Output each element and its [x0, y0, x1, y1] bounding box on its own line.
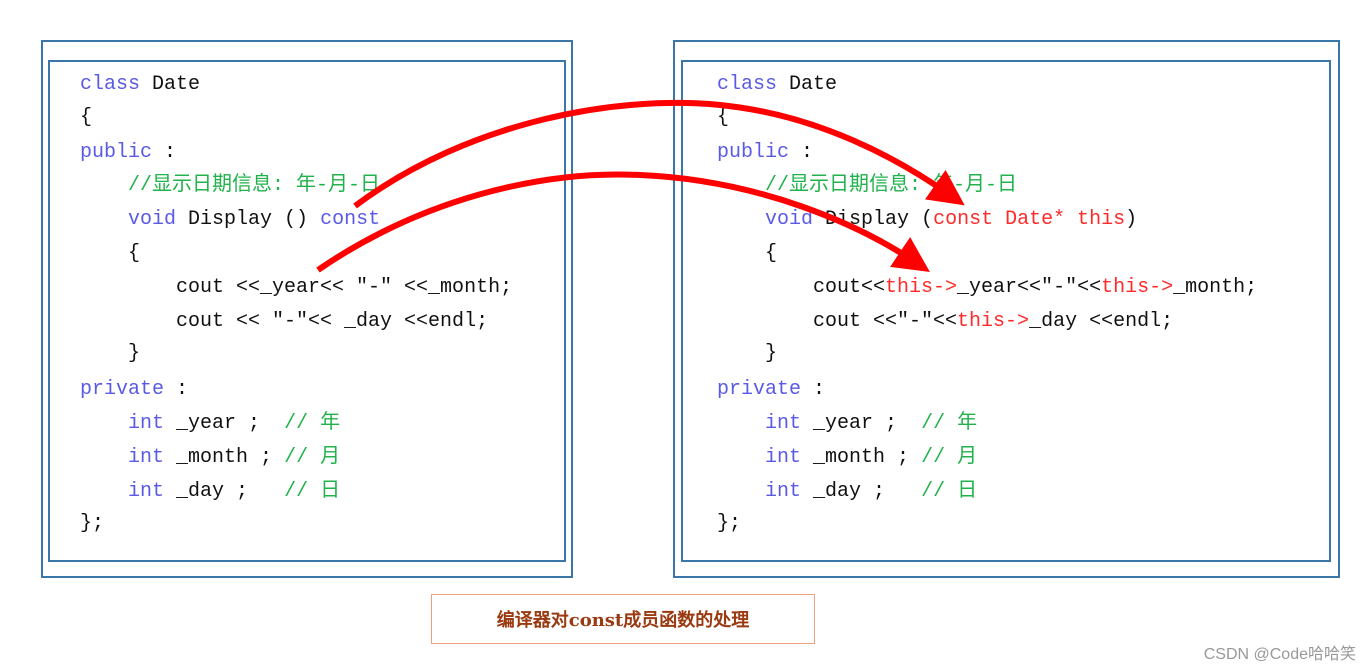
- arrow-const-to-this-param: [353, 99, 965, 209]
- watermark: CSDN @Code哈哈笑: [1203, 646, 1356, 663]
- arrows-layer: [316, 99, 965, 273]
- arrow-members-to-this-access: [316, 171, 930, 273]
- caption-box: 编译器对const成员函数的处理: [431, 594, 815, 644]
